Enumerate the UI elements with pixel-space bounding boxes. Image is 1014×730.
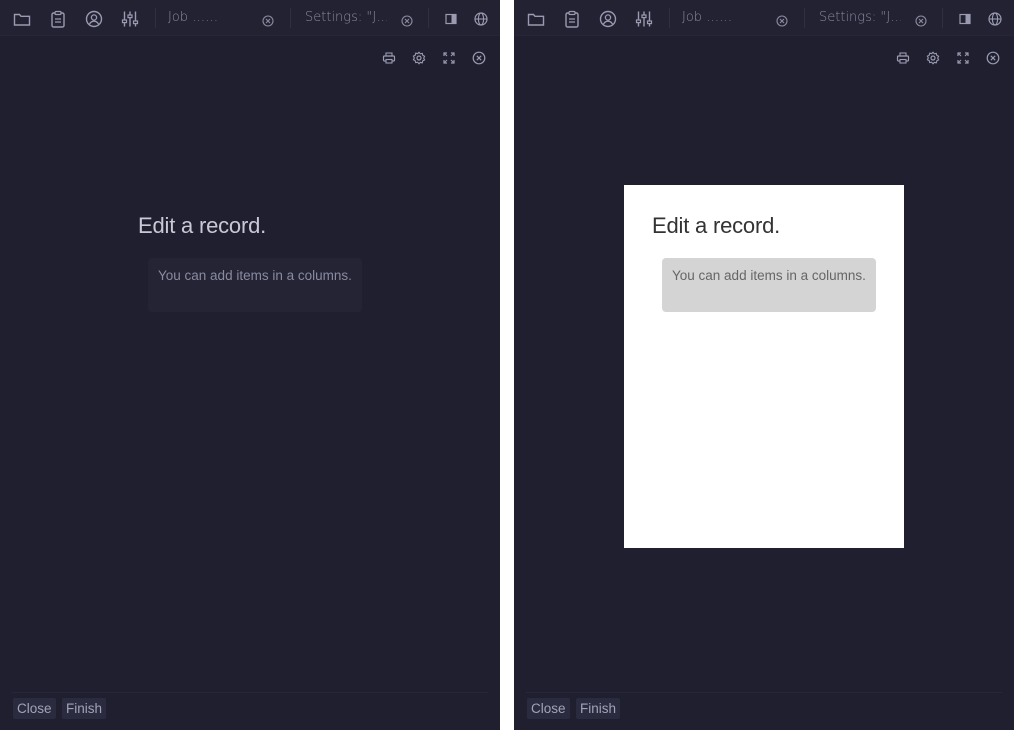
close-icon[interactable]	[776, 12, 788, 27]
tab-separator	[290, 8, 291, 28]
printer-icon[interactable]	[382, 50, 396, 64]
tab-separator	[942, 8, 943, 28]
left-pane: Job …… Settings: "J… Edit a record. You …	[0, 0, 500, 730]
record-card: Edit a record. You can add items in a co…	[110, 185, 390, 548]
sliders-icon[interactable]	[121, 10, 139, 28]
close-icon[interactable]	[915, 12, 927, 27]
expand-icon[interactable]	[956, 50, 970, 64]
card-title: Edit a record.	[652, 213, 781, 238]
close-button[interactable]: Close	[13, 698, 56, 719]
close-button[interactable]: Close	[527, 698, 570, 719]
close-icon[interactable]	[986, 50, 1000, 65]
tab-settings-label[interactable]: Settings: "J…	[819, 9, 901, 27]
printer-icon[interactable]	[896, 50, 910, 64]
sliders-icon[interactable]	[635, 10, 653, 28]
tab-separator	[428, 8, 429, 28]
tab-job-label[interactable]: Job ……	[682, 9, 752, 27]
card-title: Edit a record.	[138, 213, 267, 238]
tab-bar: Job …… Settings: "J…	[514, 0, 1014, 36]
tab-settings-label[interactable]: Settings: "J…	[305, 9, 387, 27]
card-note: You can add items in a columns.	[662, 258, 876, 312]
globe-icon[interactable]	[472, 10, 490, 28]
right-pane: Job …… Settings: "J… Edit a record. You …	[514, 0, 1014, 730]
tab-separator	[804, 8, 805, 28]
gear-icon[interactable]	[412, 50, 426, 65]
sidebar-toggle-icon[interactable]	[956, 10, 974, 28]
close-icon[interactable]	[262, 12, 274, 27]
globe-icon[interactable]	[986, 10, 1004, 28]
finish-button[interactable]: Finish	[576, 698, 621, 719]
user-circle-icon[interactable]	[599, 10, 617, 28]
tab-job-label[interactable]: Job ……	[168, 9, 238, 27]
user-circle-icon[interactable]	[85, 10, 103, 28]
finish-button[interactable]: Finish	[62, 698, 107, 719]
tab-bar: Job …… Settings: "J…	[0, 0, 500, 36]
clipboard-icon[interactable]	[563, 10, 581, 28]
tab-separator	[155, 8, 156, 28]
folder-icon[interactable]	[527, 10, 545, 28]
close-icon[interactable]	[401, 12, 413, 27]
record-card: Edit a record. You can add items in a co…	[624, 185, 904, 548]
gear-icon[interactable]	[926, 50, 940, 65]
card-note: You can add items in a columns.	[148, 258, 362, 312]
expand-icon[interactable]	[442, 50, 456, 64]
close-icon[interactable]	[472, 50, 486, 65]
clipboard-icon[interactable]	[49, 10, 67, 28]
tab-separator	[669, 8, 670, 28]
sidebar-toggle-icon[interactable]	[442, 10, 460, 28]
folder-icon[interactable]	[13, 10, 31, 28]
footer-divider	[12, 692, 488, 693]
footer-divider	[526, 692, 1002, 693]
